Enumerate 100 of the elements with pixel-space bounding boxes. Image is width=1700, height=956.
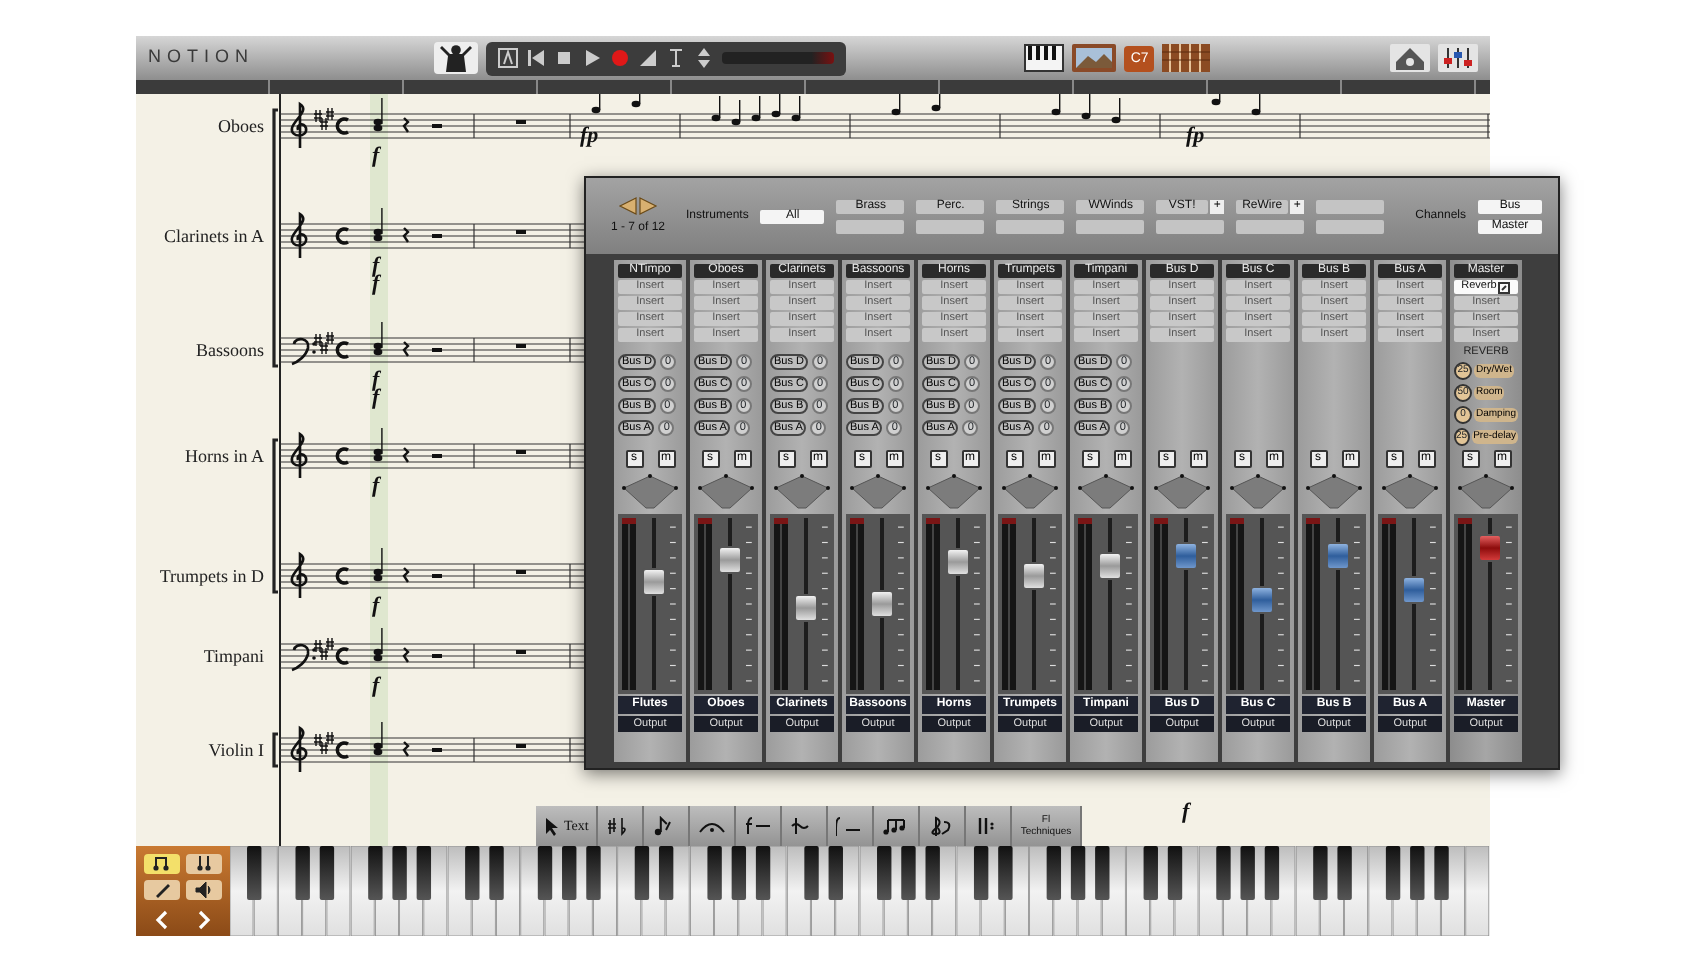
- speaker-icon: [194, 880, 214, 900]
- pan-control[interactable]: [694, 472, 758, 512]
- bass-clef-icon: [291, 337, 316, 366]
- palette-button[interactable]: [874, 806, 921, 846]
- pan-control[interactable]: [1226, 472, 1290, 512]
- staff-label: Oboes: [218, 116, 264, 136]
- up-down-icon[interactable]: [693, 48, 714, 68]
- fader-track[interactable]: [639, 518, 667, 690]
- fader-track[interactable]: [1171, 518, 1199, 690]
- pan-control[interactable]: [1074, 472, 1138, 512]
- piano-key[interactable]: [877, 846, 892, 900]
- fader-track[interactable]: [867, 518, 895, 690]
- fader-handle[interactable]: [717, 545, 742, 574]
- speaker-button[interactable]: [186, 880, 222, 900]
- dynamic-mark: f: [372, 674, 380, 698]
- fader-handle[interactable]: [1097, 551, 1122, 580]
- fader-track[interactable]: [1475, 518, 1503, 690]
- fader-handle[interactable]: [1021, 562, 1046, 591]
- fader-handle[interactable]: [1325, 542, 1350, 571]
- fader-track[interactable]: [1399, 518, 1427, 690]
- notes-button[interactable]: [144, 854, 180, 874]
- palette-button[interactable]: [782, 806, 829, 846]
- piano-key[interactable]: [1240, 846, 1255, 900]
- palette-button[interactable]: [644, 806, 691, 846]
- mixer-icon[interactable]: [1438, 44, 1479, 72]
- play-icon[interactable]: [581, 48, 602, 68]
- pan-control[interactable]: [922, 472, 986, 512]
- dynamic-mark: f: [372, 594, 380, 618]
- dynamic-mark: f: [372, 272, 380, 296]
- fader-handle[interactable]: [1477, 534, 1502, 563]
- fader-track[interactable]: [1247, 518, 1275, 690]
- conductor-icon[interactable]: [433, 42, 478, 74]
- piano-key[interactable]: [1410, 846, 1425, 900]
- chords-button[interactable]: [186, 854, 222, 874]
- piano-key[interactable]: [1095, 846, 1110, 900]
- fader-handle[interactable]: [641, 568, 666, 597]
- cursor-icon: [544, 816, 560, 836]
- dynamic-mark: f: [1182, 800, 1190, 824]
- dynamics-icon: [836, 816, 865, 836]
- common-time-icon: [335, 227, 349, 245]
- fader-track[interactable]: [791, 518, 819, 690]
- pan-control[interactable]: [998, 472, 1062, 512]
- chevron-left-icon: [152, 910, 172, 930]
- treble-clef-icon: [290, 102, 308, 148]
- staff-label: Horns in A: [184, 446, 264, 466]
- stop-icon[interactable]: [553, 48, 574, 68]
- pencil-button[interactable]: [144, 880, 180, 900]
- common-time-icon: [335, 447, 349, 465]
- dynamic-mark: f: [372, 368, 380, 392]
- pan-control[interactable]: [846, 472, 910, 512]
- tuplet-icon: [882, 816, 911, 836]
- fader-track[interactable]: [1095, 518, 1123, 690]
- pan-control[interactable]: [1454, 472, 1518, 512]
- palette-button[interactable]: [920, 806, 967, 846]
- fader-handle[interactable]: [1173, 542, 1198, 571]
- common-time-icon: [335, 741, 349, 759]
- edit-icon[interactable]: [1498, 281, 1511, 293]
- pan-control[interactable]: [1150, 472, 1214, 512]
- pan-control[interactable]: [1302, 472, 1366, 512]
- rewind-icon[interactable]: [525, 48, 546, 68]
- piano-key[interactable]: [562, 846, 577, 900]
- pan-control[interactable]: [770, 472, 834, 512]
- piano-key[interactable]: [295, 846, 310, 900]
- house-icon[interactable]: [1390, 44, 1431, 72]
- treble-clef-icon: [290, 212, 308, 258]
- pan-control[interactable]: [1378, 472, 1442, 512]
- fader-track[interactable]: [1019, 518, 1047, 690]
- pencil-icon: [152, 880, 172, 900]
- staff-label: Timpani: [203, 646, 264, 666]
- treble-clef-icon: [290, 726, 308, 772]
- piano-key[interactable]: [925, 846, 940, 900]
- palette-button[interactable]: [966, 806, 1013, 846]
- fretboard-icon[interactable]: [1162, 44, 1211, 72]
- treble-clef-icon: [290, 552, 308, 598]
- fader-handle[interactable]: [1401, 575, 1426, 604]
- notes-icon: [152, 854, 172, 874]
- fader-handle[interactable]: [945, 548, 970, 577]
- staff-label: Clarinets in A: [164, 226, 264, 246]
- common-time-icon: [335, 117, 349, 135]
- piano-key[interactable]: [465, 846, 480, 900]
- fader-track[interactable]: [1323, 518, 1351, 690]
- piano-icon[interactable]: [1024, 44, 1065, 72]
- ramp-icon[interactable]: [637, 48, 658, 68]
- staff-label: Bassoons: [195, 340, 264, 360]
- palette-button[interactable]: [736, 806, 783, 846]
- chords-icon: [194, 854, 214, 874]
- common-time-icon: [335, 341, 349, 359]
- bass-clef-icon: [291, 643, 316, 672]
- palette-button[interactable]: [598, 806, 645, 846]
- fader-track[interactable]: [943, 518, 971, 690]
- pan-control[interactable]: [618, 472, 682, 512]
- fader-handle[interactable]: [869, 590, 894, 619]
- palette-button[interactable]: [690, 806, 737, 846]
- fader-handle[interactable]: [793, 593, 818, 622]
- palette-button[interactable]: [828, 806, 875, 846]
- landscape-icon[interactable]: [1072, 44, 1117, 72]
- piano-key[interactable]: [247, 846, 262, 900]
- common-time-icon: [335, 647, 349, 665]
- fader-handle[interactable]: [1249, 586, 1274, 614]
- fader-track[interactable]: [715, 518, 743, 690]
